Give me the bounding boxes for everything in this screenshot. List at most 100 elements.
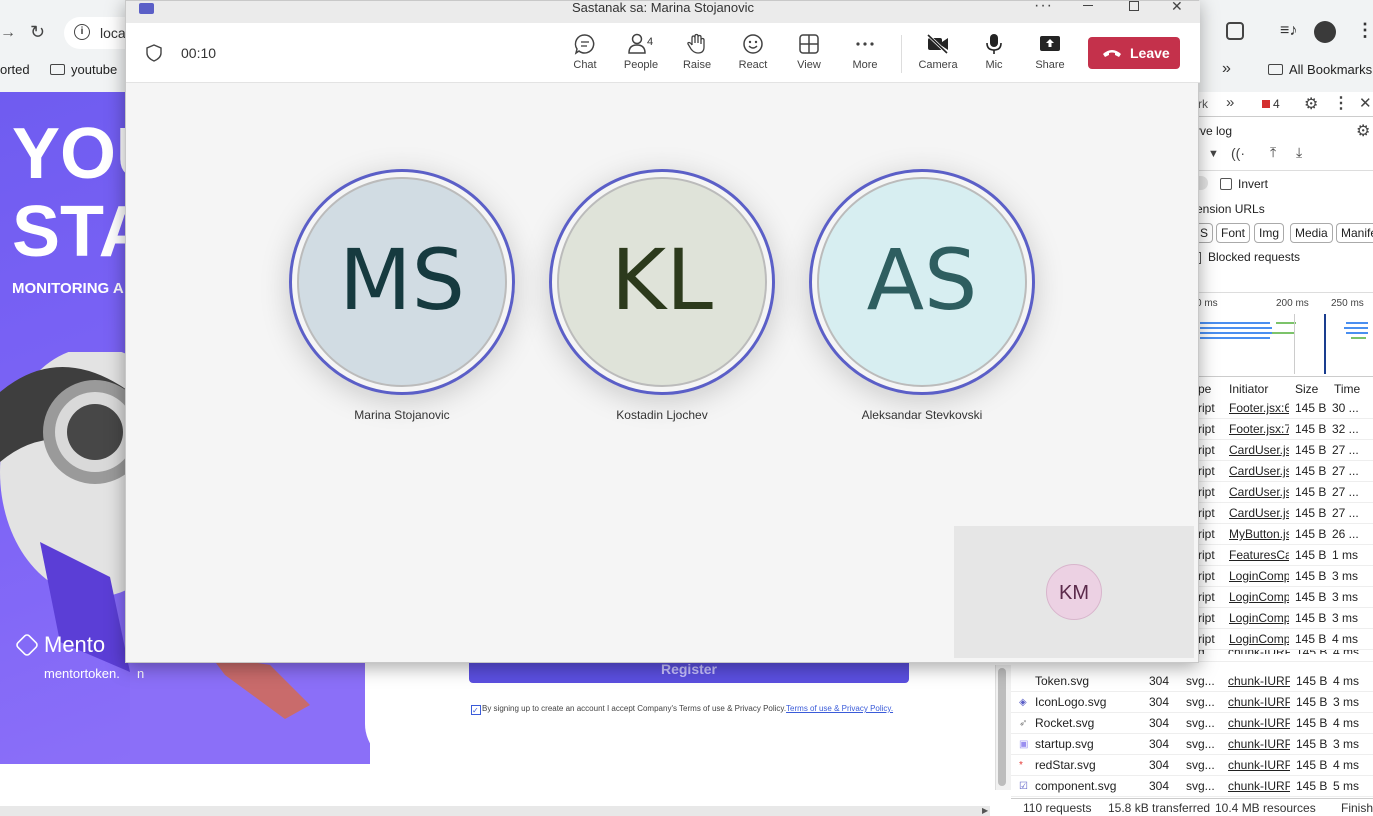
- table-row[interactable]: ript MyButton.js 145 B 26 ...: [1196, 524, 1373, 545]
- terms-link[interactable]: Terms of use & Privacy Policy.: [786, 704, 893, 713]
- cell-initiator[interactable]: chunk-IURP: [1228, 734, 1290, 755]
- cell-initiator[interactable]: LoginComp: [1229, 629, 1289, 650]
- avatar[interactable]: [1314, 21, 1336, 43]
- extensions-icon[interactable]: [1226, 22, 1244, 40]
- table-row[interactable]: ➶ Rocket.svg 304 svg... chunk-IURP 145 B 4 ms: [1011, 713, 1373, 734]
- bookmark-youtube[interactable]: youtube: [50, 62, 117, 77]
- cell-initiator[interactable]: MyButton.js: [1229, 524, 1289, 545]
- camera-button[interactable]: Camera: [914, 33, 962, 79]
- raise-hand-button[interactable]: Raise: [673, 33, 721, 79]
- vertical-scroll-thumb[interactable]: [998, 668, 1006, 786]
- table-row[interactable]: ript LoginComp 145 B 3 ms: [1196, 587, 1373, 608]
- cell-name[interactable]: startup.svg: [1035, 734, 1143, 755]
- cell-initiator[interactable]: Footer.jsx:6: [1229, 398, 1289, 419]
- filter-font[interactable]: Font: [1216, 223, 1251, 243]
- bookmarks-overflow-icon[interactable]: »: [1222, 60, 1231, 78]
- cell-initiator[interactable]: Footer.jsx:7: [1229, 419, 1289, 440]
- cell-initiator[interactable]: LoginComp: [1229, 566, 1289, 587]
- shield-icon[interactable]: [146, 44, 162, 62]
- terms-checkbox[interactable]: ✓: [471, 705, 481, 715]
- cell-name[interactable]: Rocket.svg: [1035, 713, 1143, 734]
- bookmark-imported[interactable]: orted: [0, 62, 30, 77]
- react-button[interactable]: React: [729, 33, 777, 79]
- devtools-tab-network[interactable]: rk: [1198, 97, 1208, 111]
- table-row[interactable]: ▣ startup.svg 304 svg... chunk-IURP 145 B 3 ms: [1011, 734, 1373, 755]
- devtools-menu-icon[interactable]: ⋮: [1333, 93, 1349, 113]
- table-row[interactable]: ript LoginComp 145 B 3 ms: [1196, 566, 1373, 587]
- chat-button[interactable]: Chat: [561, 33, 609, 79]
- cell-initiator[interactable]: chunk-IURP: [1228, 713, 1290, 734]
- site-info-icon[interactable]: i: [74, 24, 90, 40]
- table-row[interactable]: ◈ IconLogo.svg 304 svg... chunk-IURP 145 B 3 m…: [1011, 692, 1373, 713]
- table-row[interactable]: ript Footer.jsx:6 145 B 30 ...: [1196, 398, 1373, 419]
- brand-logo[interactable]: Mento: [14, 632, 105, 658]
- settings-icon[interactable]: ⚙: [1304, 94, 1318, 114]
- import-har-icon[interactable]: ⤒: [1270, 144, 1276, 161]
- participant-avatar[interactable]: MS: [289, 169, 515, 395]
- cell-initiator[interactable]: FeaturesCar: [1229, 545, 1289, 566]
- cell-name[interactable]: component.svg: [1035, 776, 1143, 797]
- cell-initiator[interactable]: LoginComp: [1229, 608, 1289, 629]
- more-button[interactable]: More: [841, 33, 889, 79]
- table-row[interactable]: ript CardUser.js 145 B 27 ...: [1196, 503, 1373, 524]
- column-size[interactable]: Size: [1295, 382, 1318, 396]
- leave-button[interactable]: Leave: [1088, 37, 1180, 69]
- register-button[interactable]: Register: [469, 662, 909, 683]
- throttle-dropdown-icon[interactable]: ▼: [1208, 148, 1219, 160]
- table-row[interactable]: ript CardUser.js 145 B 27 ...: [1196, 461, 1373, 482]
- cell-initiator[interactable]: chunk-IURP: [1228, 671, 1290, 692]
- issues-badge[interactable]: 4: [1262, 97, 1280, 111]
- cell-initiator[interactable]: chunk-IURP: [1228, 755, 1290, 776]
- maximize-icon[interactable]: [1129, 1, 1139, 11]
- column-time[interactable]: Time: [1334, 382, 1360, 396]
- preserve-log-label[interactable]: rve log: [1196, 124, 1232, 138]
- media-icon[interactable]: ≡♪: [1280, 22, 1297, 40]
- cell-initiator[interactable]: CardUser.js: [1229, 461, 1289, 482]
- table-row[interactable]: * redStar.svg 304 svg... chunk-IURP 145 B 4 ms: [1011, 755, 1373, 776]
- brand-url[interactable]: mentortoken.: [44, 666, 120, 681]
- window-more-icon[interactable]: ···: [1034, 0, 1053, 15]
- view-button[interactable]: View: [785, 33, 833, 79]
- cell-initiator[interactable]: chunk-IURP: [1228, 692, 1290, 713]
- column-type[interactable]: pe: [1198, 382, 1211, 396]
- cell-name[interactable]: redStar.svg: [1035, 755, 1143, 776]
- terms-checkbox-row[interactable]: ✓ By signing up to create an account I ac…: [471, 704, 893, 715]
- close-icon[interactable]: ✕: [1171, 0, 1183, 15]
- cell-initiator[interactable]: CardUser.js: [1229, 503, 1289, 524]
- participant-avatar[interactable]: AS: [809, 169, 1035, 395]
- reload-icon[interactable]: ↻: [30, 22, 45, 43]
- cell-initiator[interactable]: chunk-IURP: [1228, 776, 1290, 797]
- horizontal-scrollbar[interactable]: [0, 806, 990, 816]
- cell-initiator[interactable]: CardUser.js: [1229, 440, 1289, 461]
- table-row[interactable]: ript CardUser.js 145 B 27 ...: [1196, 440, 1373, 461]
- filter-manifest[interactable]: Manife: [1336, 223, 1373, 243]
- table-row[interactable]: ript Footer.jsx:7 145 B 32 ...: [1196, 419, 1373, 440]
- filter-media[interactable]: Media: [1290, 223, 1333, 243]
- invert-checkbox[interactable]: [1220, 178, 1232, 190]
- wifi-icon[interactable]: ((·: [1231, 145, 1245, 161]
- all-bookmarks[interactable]: All Bookmarks: [1268, 62, 1372, 77]
- back-icon[interactable]: →: [0, 24, 16, 42]
- scroll-right-icon[interactable]: ▶: [982, 806, 988, 815]
- cell-initiator[interactable]: chunk-IURP: [1228, 650, 1290, 654]
- mic-button[interactable]: Mic: [970, 33, 1018, 79]
- more-tabs-icon[interactable]: »: [1226, 94, 1234, 111]
- cell-name[interactable]: IconLogo.svg: [1035, 692, 1143, 713]
- close-devtools-icon[interactable]: ✕: [1359, 94, 1372, 112]
- column-initiator[interactable]: Initiator: [1229, 382, 1268, 396]
- filter-img[interactable]: Img: [1254, 223, 1285, 243]
- cell-initiator[interactable]: LoginComp: [1229, 587, 1289, 608]
- export-har-icon[interactable]: ⤓: [1296, 144, 1302, 161]
- self-video-tile[interactable]: KM: [954, 526, 1194, 658]
- table-row[interactable]: ript LoginComp 145 B 4 ms: [1196, 629, 1373, 650]
- table-row[interactable]: Token.svg 304 svg... chunk-IURP 145 B 4 ms: [1011, 671, 1373, 692]
- browser-menu-icon[interactable]: ⋮: [1356, 20, 1373, 41]
- cell-name[interactable]: Token.svg: [1035, 671, 1143, 692]
- minimize-icon[interactable]: [1083, 5, 1093, 6]
- table-row[interactable]: ript FeaturesCar 145 B 1 ms: [1196, 545, 1373, 566]
- table-row[interactable]: ript CardUser.js 145 B 27 ...: [1196, 482, 1373, 503]
- network-settings-icon[interactable]: ⚙: [1356, 121, 1370, 141]
- table-row[interactable]: ☑ component.svg 304 svg... chunk-IURP 145 B 5 …: [1011, 776, 1373, 797]
- participant-avatar[interactable]: KL: [549, 169, 775, 395]
- cell-initiator[interactable]: CardUser.js: [1229, 482, 1289, 503]
